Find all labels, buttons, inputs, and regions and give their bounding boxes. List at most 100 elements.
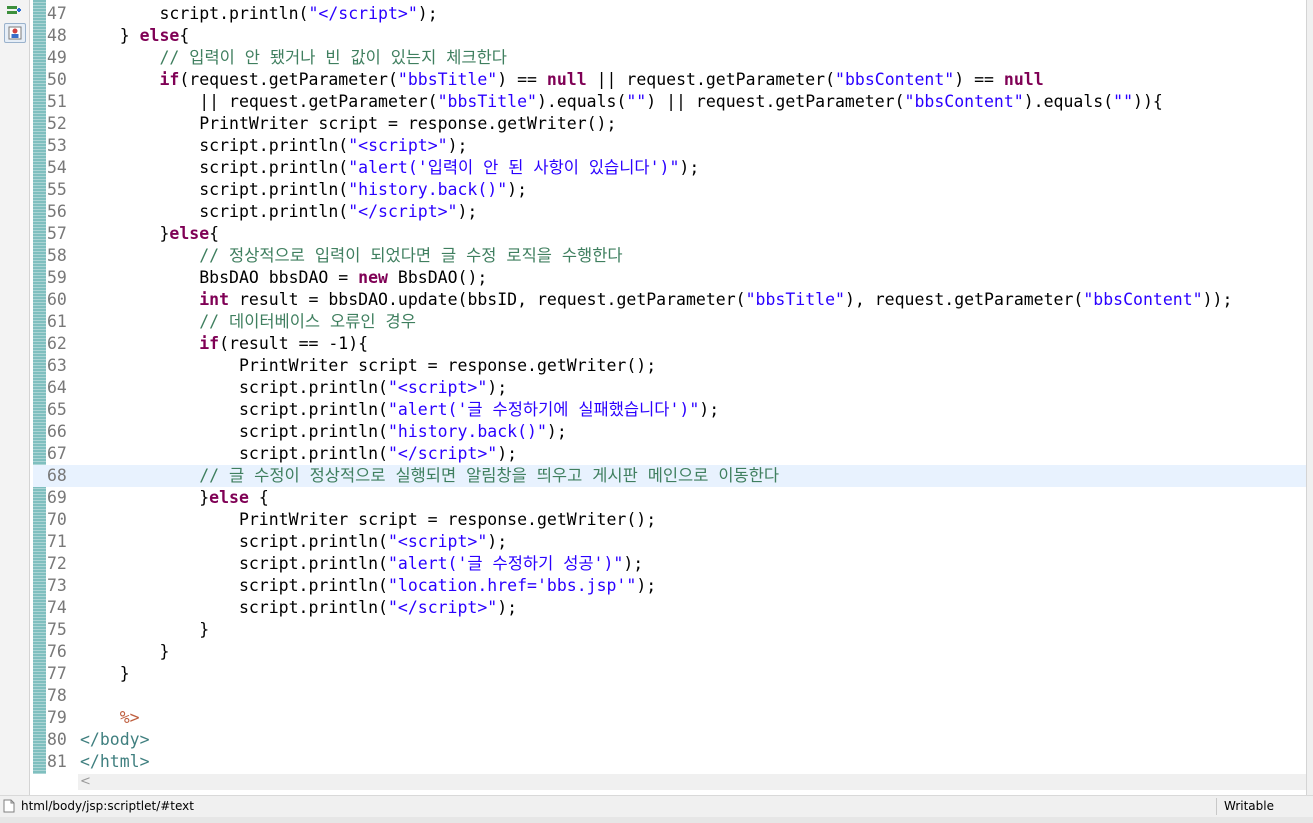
code-text[interactable]: }	[80, 619, 209, 641]
code-text[interactable]: // 글 수정이 정상적으로 실행되면 알림창을 띄우고 게시판 메인으로 이동…	[80, 465, 779, 487]
code-text[interactable]: script.println("location.href='bbs.jsp'"…	[80, 575, 656, 597]
code-line[interactable]: 59 BbsDAO bbsDAO = new BbsDAO();	[33, 267, 1306, 289]
code-text[interactable]: PrintWriter script = response.getWriter(…	[80, 509, 656, 531]
code-line[interactable]: 69 }else {	[33, 487, 1306, 509]
code-text[interactable]: }	[80, 663, 130, 685]
line-number: 59	[47, 268, 67, 287]
code-line[interactable]: 71 script.println("<script>");	[33, 531, 1306, 553]
scroll-left-arrow-icon[interactable]: <	[80, 774, 91, 790]
code-line[interactable]: 79 %>	[33, 707, 1306, 729]
code-text[interactable]: PrintWriter script = response.getWriter(…	[80, 355, 656, 377]
code-line[interactable]: 60 int result = bbsDAO.update(bbsID, req…	[33, 289, 1306, 311]
line-number: 78	[47, 686, 67, 705]
code-line[interactable]: 77 }	[33, 663, 1306, 685]
code-line[interactable]: 50 if(request.getParameter("bbsTitle") =…	[33, 69, 1306, 91]
code-text[interactable]: </body>	[80, 729, 150, 751]
code-line[interactable]: 65 script.println("alert('글 수정하기에 실패했습니다…	[33, 399, 1306, 421]
line-number: 81	[47, 752, 67, 771]
line-number: 71	[47, 532, 67, 551]
code-text[interactable]: script.println("</script>");	[80, 443, 517, 465]
horizontal-scrollbar[interactable]: <	[78, 774, 1306, 790]
code-text[interactable]: </html>	[80, 751, 150, 773]
code-line[interactable]: 51 || request.getParameter("bbsTitle").e…	[33, 91, 1306, 113]
code-text[interactable]: script.println("alert('글 수정하기에 실패했습니다')"…	[80, 399, 719, 421]
line-number: 80	[47, 730, 67, 749]
code-text[interactable]: int result = bbsDAO.update(bbsID, reques…	[80, 289, 1232, 311]
code-line[interactable]: 72 script.println("alert('글 수정하기 성공')");	[33, 553, 1306, 575]
status-writable-mode: Writable	[1224, 799, 1274, 813]
code-line[interactable]: 81 </html>	[33, 751, 1306, 773]
code-text[interactable]: PrintWriter script = response.getWriter(…	[80, 113, 616, 135]
code-line[interactable]: 64 script.println("<script>");	[33, 377, 1306, 399]
line-number: 75	[47, 620, 67, 639]
line-number: 77	[47, 664, 67, 683]
code-text[interactable]: %>	[80, 707, 140, 729]
left-toolbar	[0, 0, 30, 795]
user-stamp-icon[interactable]	[4, 23, 26, 43]
code-line[interactable]: 56 script.println("</script>");	[33, 201, 1306, 223]
line-number: 58	[47, 246, 67, 265]
code-text[interactable]: script.println("</script>");	[80, 201, 477, 223]
code-line[interactable]: 74 script.println("</script>");	[33, 597, 1306, 619]
line-number: 72	[47, 554, 67, 573]
code-text[interactable]: script.println("<script>");	[80, 377, 507, 399]
code-text[interactable]: script.println("<script>");	[80, 531, 507, 553]
line-number: 56	[47, 202, 67, 221]
code-text[interactable]: } else{	[80, 25, 190, 47]
line-number: 49	[47, 48, 67, 67]
code-text[interactable]: // 데이터베이스 오류인 경우	[80, 311, 416, 333]
code-text[interactable]: if(request.getParameter("bbsTitle") == n…	[80, 69, 1043, 91]
line-number: 52	[47, 114, 67, 133]
code-line[interactable]: 53 script.println("<script>");	[33, 135, 1306, 157]
code-line[interactable]: 54 script.println("alert('입력이 안 된 사항이 있습…	[33, 157, 1306, 179]
code-line[interactable]: 75 }	[33, 619, 1306, 641]
code-line[interactable]: 62 if(result == -1){	[33, 333, 1306, 355]
code-line[interactable]: 78	[33, 685, 1306, 707]
code-line[interactable]: 67 script.println("</script>");	[33, 443, 1306, 465]
code-text[interactable]: // 정상적으로 입력이 되었다면 글 수정 로직을 수행한다	[80, 245, 622, 267]
add-icon[interactable]	[4, 2, 24, 20]
line-number: 51	[47, 92, 67, 111]
code-line[interactable]: 52 PrintWriter script = response.getWrit…	[33, 113, 1306, 135]
code-line[interactable]: 63 PrintWriter script = response.getWrit…	[33, 355, 1306, 377]
code-text[interactable]: if(result == -1){	[80, 333, 368, 355]
line-number: 50	[47, 70, 67, 89]
code-text[interactable]: script.println("</script>");	[80, 597, 517, 619]
line-number: 76	[47, 642, 67, 661]
code-line[interactable]: 57 }else{	[33, 223, 1306, 245]
code-text[interactable]: }else {	[80, 487, 269, 509]
line-number: 57	[47, 224, 67, 243]
code-line[interactable]: 68 // 글 수정이 정상적으로 실행되면 알림창을 띄우고 게시판 메인으로…	[33, 465, 1306, 487]
code-line[interactable]: 73 script.println("location.href='bbs.js…	[33, 575, 1306, 597]
code-line[interactable]: 58 // 정상적으로 입력이 되었다면 글 수정 로직을 수행한다	[33, 245, 1306, 267]
code-line[interactable]: 48 } else{	[33, 25, 1306, 47]
line-number: 70	[47, 510, 67, 529]
code-line[interactable]: 80 </body>	[33, 729, 1306, 751]
code-text[interactable]: }	[80, 641, 169, 663]
code-text[interactable]: || request.getParameter("bbsTitle").equa…	[80, 91, 1163, 113]
code-text[interactable]: script.println("<script>");	[80, 135, 467, 157]
code-line[interactable]: 70 PrintWriter script = response.getWrit…	[33, 509, 1306, 531]
code-text[interactable]: script.println("alert('글 수정하기 성공')");	[80, 553, 643, 575]
code-text[interactable]: // 입력이 안 됐거나 빈 값이 있는지 체크한다	[80, 47, 506, 69]
line-number: 67	[47, 444, 67, 463]
code-text[interactable]: }else{	[80, 223, 219, 245]
code-text[interactable]: script.println("history.back()");	[80, 179, 527, 201]
code-line[interactable]: 49 // 입력이 안 됐거나 빈 값이 있는지 체크한다	[33, 47, 1306, 69]
code-text[interactable]: BbsDAO bbsDAO = new BbsDAO();	[80, 267, 487, 289]
code-line[interactable]: 55 script.println("history.back()");	[33, 179, 1306, 201]
line-number: 53	[47, 136, 67, 155]
code-text[interactable]: script.println("</script>");	[80, 3, 437, 25]
line-number: 69	[47, 488, 67, 507]
code-line[interactable]: 66 script.println("history.back()");	[33, 421, 1306, 443]
code-editor[interactable]: 47 script.println("</script>"); 48 } else…	[33, 0, 1306, 774]
code-text[interactable]: script.println("alert('입력이 안 된 사항이 있습니다'…	[80, 157, 699, 179]
code-line[interactable]: 61 // 데이터베이스 오류인 경우	[33, 311, 1306, 333]
line-number: 73	[47, 576, 67, 595]
line-number: 55	[47, 180, 67, 199]
code-line[interactable]: 76 }	[33, 641, 1306, 663]
code-line[interactable]: 47 script.println("</script>");	[33, 3, 1306, 25]
code-text[interactable]: script.println("history.back()");	[80, 421, 567, 443]
line-number: 64	[47, 378, 67, 397]
line-number: 48	[47, 26, 67, 45]
